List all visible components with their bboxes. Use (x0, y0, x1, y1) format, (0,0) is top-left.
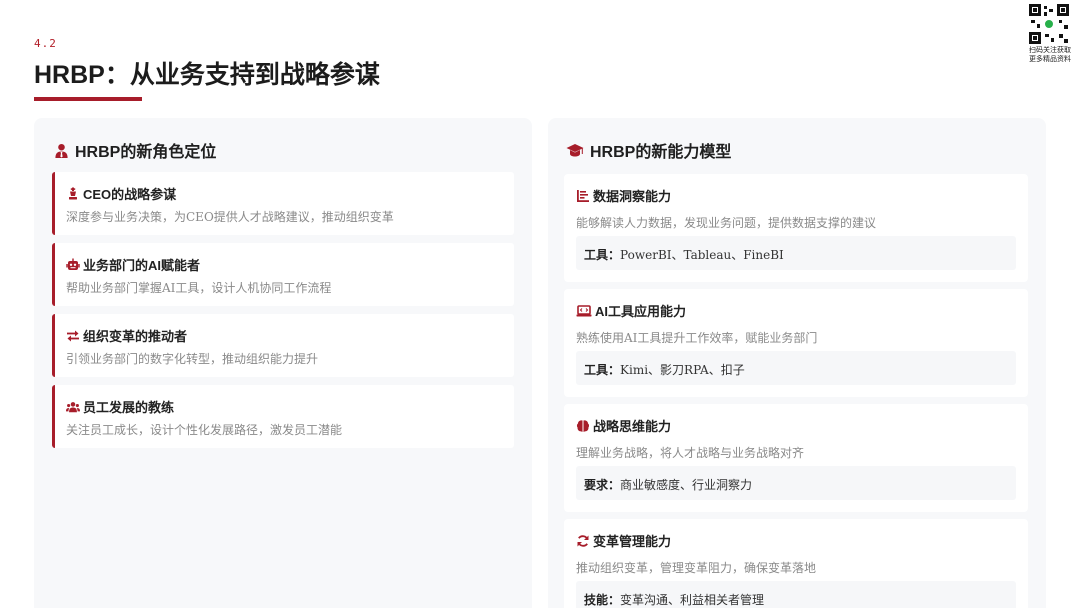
qr-caption: 扫码关注获取 更多精品资料 (1024, 46, 1076, 64)
laptop-code-icon (576, 304, 592, 316)
skills-panel: HRBP的新能力模型 数据洞察能力 能够解读人力数据，发现业务问题，提供数据支撑… (548, 118, 1046, 608)
roles-panel: HRBP的新角色定位 CEO的战略参谋 深度参与业务决策，为CEO提供人才战略建… (34, 118, 532, 608)
skill-tools: 工具：PowerBI、Tableau、FineBI (576, 236, 1016, 270)
skill-card-strategic-thinking: 战略思维能力 理解业务战略，将人才战略与业务战略对齐 要求：商业敏感度、行业洞察… (564, 404, 1028, 512)
qr-caption-line1: 扫码关注获取 (1029, 47, 1071, 54)
sync-icon (577, 534, 589, 547)
skill-tools: 工具：Kimi、影刀RPA、扣子 (576, 351, 1016, 385)
skill-title: AI工具应用能力 (595, 304, 687, 319)
bar-chart-icon (577, 189, 589, 202)
chess-icon (69, 187, 77, 199)
graduation-cap-icon (566, 143, 584, 156)
role-card-coach: 员工发展的教练 关注员工成长，设计个性化发展路径，激发员工潜能 (52, 385, 514, 448)
role-desc: 帮助业务部门掌握AI工具，设计人机协同工作流程 (66, 281, 332, 295)
role-desc: 引领业务部门的数字化转型，推动组织能力提升 (66, 352, 319, 366)
role-title: 组织变革的推动者 (83, 329, 188, 344)
role-card-ceo: CEO的战略参谋 深度参与业务决策，为CEO提供人才战略建议，推动组织变革 (52, 172, 514, 235)
skill-tools-value: Kimi、影刀RPA、扣子 (620, 363, 745, 377)
skill-tools-label: 工具： (584, 248, 621, 262)
skill-requirements: 要求：商业敏感度、行业洞察力 (576, 466, 1016, 500)
skill-title: 数据洞察能力 (593, 189, 672, 204)
role-desc: 关注员工成长，设计个性化发展路径，激发员工潜能 (66, 423, 343, 437)
skills-heading: HRBP的新能力模型 (566, 138, 731, 162)
role-title: 业务部门的AI赋能者 (83, 258, 201, 273)
role-title: CEO的战略参谋 (83, 187, 177, 202)
user-tie-icon (55, 143, 68, 158)
users-icon (66, 401, 80, 412)
skills-heading-text: HRBP的新能力模型 (590, 144, 732, 161)
role-card-ai-enabler: 业务部门的AI赋能者 帮助业务部门掌握AI工具，设计人机协同工作流程 (52, 243, 514, 306)
skill-card-change-management: 变革管理能力 推动组织变革，管理变革阻力，确保变革落地 技能：变革沟通、利益相关… (564, 519, 1028, 608)
page-title: HRBP：从业务支持到战略参谋 (34, 61, 380, 89)
skill-desc: 熟练使用AI工具提升工作效率，赋能业务部门 (576, 331, 818, 345)
section-number: 4.2 (34, 37, 57, 50)
exchange-icon (67, 330, 79, 341)
skill-title: 变革管理能力 (593, 534, 672, 549)
skill-card-data-insight: 数据洞察能力 能够解读人力数据，发现业务问题，提供数据支撑的建议 工具：Powe… (564, 174, 1028, 282)
skill-requirements-value: 商业敏感度、行业洞察力 (620, 478, 753, 492)
role-desc: 深度参与业务决策，为CEO提供人才战略建议，推动组织变革 (66, 210, 394, 224)
brain-icon (576, 419, 590, 432)
skill-title: 战略思维能力 (593, 419, 672, 434)
qr-caption-line2: 更多精品资料 (1029, 56, 1071, 63)
robot-icon (66, 258, 80, 270)
skill-tools-label: 工具： (584, 363, 621, 377)
skill-desc: 能够解读人力数据，发现业务问题，提供数据支撑的建议 (576, 216, 877, 230)
title-underline (34, 97, 142, 101)
skill-desc: 推动组织变革，管理变革阻力，确保变革落地 (576, 561, 817, 575)
skill-tools-value: PowerBI、Tableau、FineBI (620, 248, 784, 262)
role-title: 员工发展的教练 (83, 400, 175, 415)
wechat-logo-icon (1044, 19, 1054, 29)
skill-skills: 技能：变革沟通、利益相关者管理 (576, 581, 1016, 608)
qr-code[interactable] (1029, 4, 1069, 44)
role-card-change-driver: 组织变革的推动者 引领业务部门的数字化转型，推动组织能力提升 (52, 314, 514, 377)
roles-heading: HRBP的新角色定位 (54, 138, 216, 162)
skill-skills-value: 变革沟通、利益相关者管理 (620, 593, 765, 607)
skill-skills-label: 技能： (584, 593, 621, 607)
skill-desc: 理解业务战略，将人才战略与业务战略对齐 (576, 446, 805, 460)
roles-heading-text: HRBP的新角色定位 (75, 144, 217, 161)
skill-requirements-label: 要求： (584, 478, 621, 492)
skill-card-ai-tools: AI工具应用能力 熟练使用AI工具提升工作效率，赋能业务部门 工具：Kimi、影… (564, 289, 1028, 397)
